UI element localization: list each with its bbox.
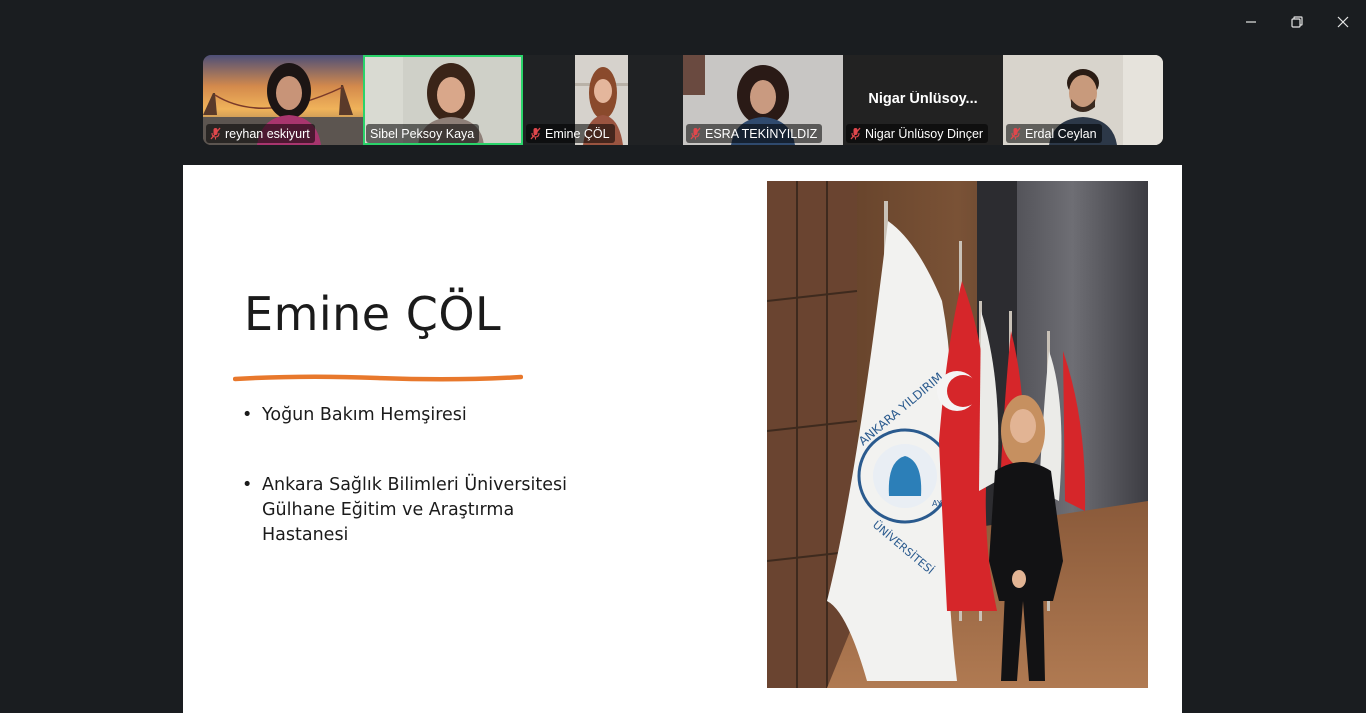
participant-tile-reyhan[interactable]: reyhan eskiyurt (203, 55, 363, 145)
slide-photo: ANKARA YILDIRIM ÜNİVERSİTESİ AYB (767, 181, 1148, 688)
shared-screen-slide: Emine ÇÖL Yoğun Bakım Hemşiresi Ankara S… (183, 165, 1182, 713)
slide-bullet-list: Yoğun Bakım Hemşiresi Ankara Sağlık Bili… (241, 403, 601, 548)
minimize-button[interactable] (1228, 0, 1274, 44)
muted-mic-icon (210, 127, 221, 140)
participant-tile-nigar[interactable]: Nigar Ünlüsoy... Nigar Ünlüsoy Dinçer (843, 55, 1003, 145)
zoom-meeting-window: reyhan eskiyurt Sibel Peksoy Kaya Emine … (0, 0, 1366, 713)
minimize-icon (1246, 21, 1256, 23)
title-underline (233, 374, 523, 382)
close-icon (1337, 16, 1349, 28)
participant-name-tag: Erdal Ceylan (1006, 124, 1102, 143)
restore-button[interactable] (1274, 0, 1320, 44)
muted-mic-icon (690, 127, 701, 140)
slide-title: Emine ÇÖL (244, 287, 502, 341)
participant-tile-emine[interactable]: Emine ÇÖL (523, 55, 683, 145)
close-button[interactable] (1320, 0, 1366, 44)
participant-name: Nigar Ünlüsoy Dinçer (865, 126, 984, 141)
participant-name-tag: Emine ÇÖL (526, 124, 615, 143)
participant-name: Emine ÇÖL (545, 126, 610, 141)
participant-tile-esra[interactable]: ESRA TEKİNYILDIZ (683, 55, 843, 145)
participant-name-tag: ESRA TEKİNYILDIZ (686, 124, 823, 143)
participant-name: reyhan eskiyurt (225, 126, 310, 141)
bullet-item: Ankara Sağlık Bilimleri Üniversitesi Gül… (241, 473, 601, 548)
participant-tile-sibel[interactable]: Sibel Peksoy Kaya (363, 55, 523, 145)
bullet-item: Yoğun Bakım Hemşiresi (241, 403, 601, 428)
participant-name-tag: Sibel Peksoy Kaya (366, 124, 480, 143)
participant-name-tag: reyhan eskiyurt (206, 124, 315, 143)
muted-mic-icon (850, 127, 861, 140)
participant-display-title: Nigar Ünlüsoy... (868, 91, 978, 107)
window-controls (1228, 0, 1366, 44)
participant-name: ESRA TEKİNYILDIZ (705, 126, 818, 141)
muted-mic-icon (530, 127, 541, 140)
muted-mic-icon (1010, 127, 1021, 140)
participant-name: Erdal Ceylan (1025, 126, 1097, 141)
participant-name-tag: Nigar Ünlüsoy Dinçer (846, 124, 989, 143)
restore-icon (1291, 16, 1303, 28)
participant-strip: reyhan eskiyurt Sibel Peksoy Kaya Emine … (203, 55, 1163, 145)
participant-name: Sibel Peksoy Kaya (370, 126, 475, 141)
participant-tile-erdal[interactable]: Erdal Ceylan (1003, 55, 1163, 145)
